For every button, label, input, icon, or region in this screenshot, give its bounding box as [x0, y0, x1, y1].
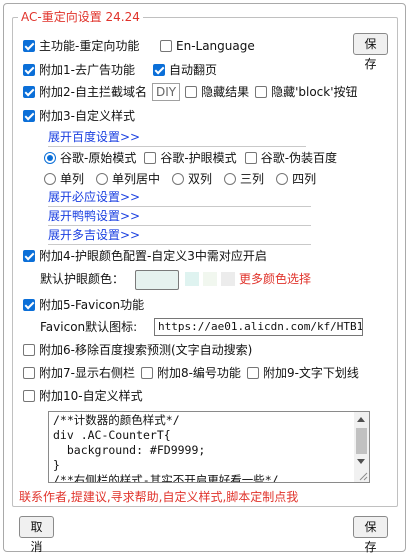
addon4-option[interactable]: 附加4-护眼颜色配置-自定义3中需对应开启 [23, 247, 267, 265]
column-triple-label: 三列 [240, 172, 265, 186]
column-single-label: 单列 [60, 172, 85, 186]
dialog-title: AC-重定向设置 24.24 [18, 9, 143, 25]
addon8-checkbox[interactable] [140, 367, 153, 379]
hide-result-checkbox[interactable] [185, 86, 198, 98]
addon7-checkbox[interactable] [23, 367, 35, 379]
main-function-checkbox[interactable] [23, 40, 35, 52]
autopage-label: 自动翻页 [169, 63, 218, 77]
addon9-checkbox[interactable] [246, 367, 259, 379]
google-original-label: 谷歌-原始模式 [60, 151, 137, 165]
column-options-row: 单列 单列居中 双列 三列 四列 [44, 170, 316, 188]
main-function-label: 主功能-重定向功能 [39, 39, 140, 53]
addon9-label: 附加9-文字下划线 [262, 366, 359, 380]
addon6-label: 附加6-移除百度搜索预测(文字自动搜索) [39, 343, 253, 357]
bing-settings-link[interactable]: 展开必应设置>> [48, 189, 311, 207]
favicon-label: Favicon默认图标: [40, 320, 138, 334]
addon6-checkbox[interactable] [23, 344, 35, 356]
autopage-checkbox[interactable] [153, 64, 165, 76]
addon8-label: 附加8-编号功能 [156, 366, 241, 380]
addon1-checkbox[interactable] [23, 64, 35, 76]
addon5-checkbox[interactable] [23, 299, 35, 311]
autopage-option[interactable]: 自动翻页 [153, 61, 217, 79]
addon10-option[interactable]: 附加10-自定义样式 [23, 387, 143, 405]
addon4-label: 附加4-护眼颜色配置-自定义3中需对应开启 [39, 249, 267, 263]
language-checkbox[interactable] [160, 40, 172, 52]
language-option[interactable]: En-Language [160, 37, 255, 55]
addon2-label: 附加2-自主拦截域名 [39, 85, 147, 99]
addon10-label: 附加10-自定义样式 [39, 389, 143, 403]
addon3-option[interactable]: 附加3-自定义样式 [23, 107, 135, 125]
column-triple-radio[interactable] [224, 173, 237, 185]
addon5-label: 附加5-Favicon功能 [39, 298, 145, 312]
hide-block-checkbox[interactable] [255, 86, 268, 98]
column-single-radio[interactable] [44, 173, 56, 185]
color-preset-2[interactable] [203, 272, 217, 286]
scroll-up-icon[interactable] [357, 417, 365, 422]
save-button-top[interactable]: 保存 [353, 33, 388, 71]
column-quad-label: 四列 [292, 172, 317, 186]
addon3-checkbox[interactable] [23, 110, 35, 122]
eye-color-swatch[interactable] [135, 270, 179, 290]
scroll-down-icon[interactable] [357, 459, 365, 464]
resize-grip-icon[interactable] [358, 471, 368, 481]
addon5-option[interactable]: 附加5-Favicon功能 [23, 296, 144, 314]
more-colors-link[interactable]: 更多颜色选择 [239, 270, 311, 288]
duckduckgo-settings-link[interactable]: 展开鸭鸭设置>> [48, 208, 311, 226]
scroll-thumb[interactable] [356, 428, 367, 454]
column-single-center-radio[interactable] [96, 173, 109, 185]
google-original-radio[interactable] [44, 152, 56, 164]
main-function-option[interactable]: 主功能-重定向功能 [23, 37, 139, 55]
cancel-button[interactable]: 取消 [19, 516, 54, 554]
save-button-bottom[interactable]: 保存 [353, 516, 388, 554]
column-quad-radio[interactable] [276, 173, 289, 185]
color-preset-3[interactable] [221, 272, 235, 286]
dogedoge-settings-link[interactable]: 展开多吉设置>> [48, 227, 311, 245]
column-single-center-label: 单列居中 [112, 172, 161, 186]
hide-result-label: 隐藏结果 [201, 85, 250, 99]
google-disguise-label: 谷歌-伪装百度 [260, 151, 338, 165]
google-eyecare-label: 谷歌-护眼模式 [160, 151, 237, 165]
addon1-option[interactable]: 附加1-去广告功能 [23, 61, 135, 79]
baidu-settings-link[interactable]: 展开百度设置>> [48, 129, 306, 147]
hide-block-label: 隐藏'block'按钮 [271, 85, 358, 99]
diy-button[interactable]: DIY [151, 83, 181, 101]
addon3-label: 附加3-自定义样式 [39, 109, 135, 123]
custom-css-textarea[interactable]: /**计数器的颜色样式*/ div .AC-CounterT{ backgrou… [48, 411, 370, 483]
eye-color-label: 默认护眼颜色： [40, 272, 125, 286]
language-label: En-Language [176, 39, 255, 53]
addon6-option[interactable]: 附加6-移除百度搜索预测(文字自动搜索) [23, 341, 252, 359]
addon10-checkbox[interactable] [23, 390, 35, 402]
column-double-label: 双列 [188, 172, 213, 186]
addon7-9-row: 附加7-显示右侧栏 附加8-编号功能 附加9-文字下划线 [23, 364, 359, 382]
custom-css-code: /**计数器的颜色样式*/ div .AC-CounterT{ backgrou… [53, 413, 279, 483]
addon2-checkbox[interactable] [23, 86, 35, 98]
color-preset-1[interactable] [185, 272, 199, 286]
google-eyecare-checkbox[interactable] [144, 152, 157, 164]
contact-author-link[interactable]: 联系作者,提建议,寻求帮助,自定义样式,脚本定制点我 [19, 488, 298, 506]
column-double-radio[interactable] [172, 173, 185, 185]
google-style-row: 谷歌-原始模式 谷歌-护眼模式 谷歌-伪装百度 [44, 149, 337, 167]
google-disguise-checkbox[interactable] [244, 152, 257, 164]
addon1-label: 附加1-去广告功能 [39, 63, 135, 77]
addon7-label: 附加7-显示右侧栏 [39, 366, 135, 380]
favicon-url-input[interactable]: https://ae01.alicdn.com/kf/HTB1dRY [154, 318, 363, 336]
addon2-option[interactable]: 附加2-自主拦截域名 DIY 隐藏结果 隐藏'block'按钮 [23, 83, 358, 101]
addon4-checkbox[interactable] [23, 250, 35, 262]
